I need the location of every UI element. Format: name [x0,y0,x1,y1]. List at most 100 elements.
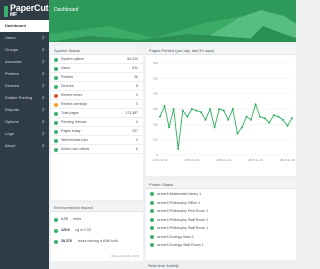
logo-mark-icon [4,6,8,17]
y-tick-label: 100 [153,138,158,142]
printer-row[interactable]: server1\Philosophy Staff Room 2 [146,216,296,225]
logo-subtext: MF [10,12,18,18]
environment-value: 1.72 [61,217,68,221]
environmental-impact-list: 1.72 trees 425.8 kg of CO2 28,278 hours runni… [51,212,143,247]
data-point[interactable] [204,118,207,121]
status-label: Total pages [61,111,79,115]
data-point[interactable] [172,108,175,110]
sidebar-item-dashboard[interactable]: Dashboard [0,20,49,32]
page-title: Dashboard [54,7,79,13]
sidebar-item-devices[interactable]: Devices [0,80,49,92]
printer-status-list: server1\Multimedia Library 1 server1\Phil… [146,189,296,250]
data-point[interactable] [245,115,248,118]
status-row: Pages today 237 [51,127,143,136]
data-point[interactable] [286,124,289,127]
data-point[interactable] [236,132,239,135]
status-label: System uptime [61,57,85,61]
sidebar-item-about[interactable]: About [0,140,49,152]
data-point[interactable] [181,109,184,112]
status-value[interactable]: 5d 22h [127,55,138,64]
status-label: Web/release jobs [61,138,88,142]
data-point[interactable] [190,108,193,110]
sidebar-item-printers[interactable]: Printers [0,68,49,80]
printer-row[interactable]: server1\Zoology Main 2 [146,233,296,242]
status-value[interactable]: 173,387 [125,109,138,118]
printer-ok-icon [150,234,154,239]
error-icon [54,93,58,98]
printer-row[interactable]: server1\Philosophy Office 4 [146,199,296,208]
data-point[interactable] [268,121,271,124]
data-point[interactable] [177,147,180,150]
sidebar-item-options[interactable]: Options [0,116,49,128]
data-point[interactable] [163,104,166,107]
environment-unit: kg of CO2 [75,228,92,232]
status-label: Devices [61,84,74,88]
sidebar-item-users[interactable]: Users [0,32,49,44]
data-point[interactable] [222,109,225,112]
sidebar-item-logs[interactable]: Logs [0,128,49,140]
data-point[interactable] [259,115,262,118]
realtime-activity-title: Real-time Activity [148,263,179,268]
data-point[interactable] [231,108,234,110]
printer-ok-icon [150,192,154,197]
data-point[interactable] [240,126,243,129]
status-label: Users [61,66,71,70]
printer-status-title: Printer Status [146,180,296,189]
environment-value: 425.8 [61,228,70,232]
status-value[interactable]: 0 [136,100,138,109]
status-value[interactable]: 6 [136,145,138,154]
data-point[interactable] [195,109,198,112]
sidebar-item-accounts[interactable]: Accounts [0,56,49,68]
printer-icon [54,75,58,80]
status-row: Users 611 [51,64,143,73]
sidebar-item-enable-printing[interactable]: Enable Printing [0,92,49,104]
data-point[interactable] [227,118,230,121]
printer-name: server1\Philosophy Print Room 1 [157,209,209,213]
status-label: Active user clients [61,147,90,151]
status-value[interactable]: 0 [136,118,138,127]
printer-row[interactable]: server1\Multimedia Library 1 [146,190,296,199]
data-point[interactable] [263,117,266,120]
status-label: Pending refunds [61,120,87,124]
printer-name: server1\Zoology Staff Room 1 [157,243,204,247]
y-tick-label: 200 [153,122,158,126]
status-value[interactable]: 0 [136,91,138,100]
environmental-impact-panel: Environmental Impact 1.72 trees 425.8 kg of… [51,203,143,261]
data-point[interactable] [159,115,161,118]
pages-printed-chart: 0 100 200 300 400 500 600 2015-11-02 2015-11-09 2… [152,61,295,162]
data-point[interactable] [209,108,212,110]
environment-item: 1.72 trees [51,214,143,225]
status-row: Recent errors 0 [51,91,143,100]
mountain-illustration [49,10,296,42]
status-value[interactable]: 611 [132,64,138,73]
papercut-logo[interactable]: PaperCut MF [4,4,49,20]
data-point[interactable] [199,111,202,114]
data-point[interactable] [277,115,280,118]
data-point[interactable] [291,117,293,120]
data-point[interactable] [218,108,221,110]
data-point[interactable] [213,126,216,129]
printer-row[interactable]: server1\Philosophy Print Room 1 [146,207,296,216]
printer-row[interactable]: server1\Philosophy Staff Room 1 [146,224,296,233]
system-status-title: System Status [51,46,143,55]
status-row: Pending refunds 0 [51,118,143,127]
environment-item: 28,278 hours running a 60W bulb [51,236,143,247]
printer-ok-icon [150,226,154,231]
status-value[interactable]: 237 [132,127,138,136]
data-point[interactable] [254,103,257,106]
printer-row[interactable]: server1\Zoology Staff Room 1 [146,241,296,250]
co2-icon [54,228,58,233]
sidebar: PaperCut MF Dashboard Users Groups Accounts… [0,0,49,269]
sidebar-item-groups[interactable]: Groups [0,44,49,56]
status-row: Devices 8 [51,82,143,91]
printer-ok-icon [150,209,154,214]
status-value[interactable]: 0 [136,136,138,145]
data-point[interactable] [272,114,275,117]
data-point[interactable] [250,118,253,121]
status-value[interactable]: 26 [134,73,138,82]
data-point[interactable] [281,118,284,121]
status-value[interactable]: 8 [136,82,138,91]
sidebar-item-reports[interactable]: Reports [0,104,49,116]
data-point[interactable] [168,126,171,129]
data-point[interactable] [186,115,189,118]
